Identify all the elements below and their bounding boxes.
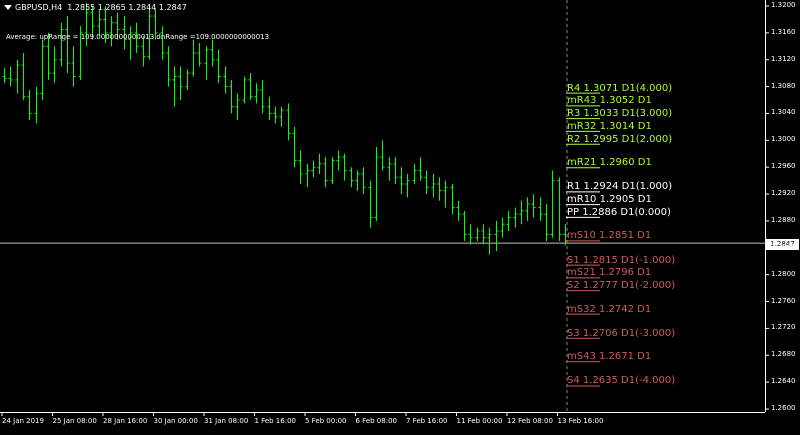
price-tick-label: 1.3160	[771, 27, 796, 36]
level-label: S3 1.2706 D1(-3.000)	[567, 327, 676, 339]
level-label: S2 1.2777 D1(-2.000)	[567, 280, 676, 292]
time-tick-label: 7 Feb 16:00	[406, 417, 448, 425]
level-label: PP 1.2886 D1(0.000)	[567, 206, 671, 218]
time-tick-label: 6 Feb 08:00	[355, 417, 397, 425]
price-tick-label: 1.2600	[771, 404, 796, 412]
time-tick-label: 1 Feb 16:00	[254, 417, 296, 425]
price-tick-label: 1.2880	[771, 215, 796, 224]
level-label: mR10 1.2905 D1	[567, 194, 652, 206]
level-label: R1 1.2924 D1(1.000)	[567, 181, 673, 193]
time-tick-label: 31 Jan 08:00	[204, 417, 249, 425]
level-label: mS43 1.2671 D1	[567, 351, 652, 363]
dropdown-triangle-icon[interactable]	[4, 5, 12, 10]
price-chart[interactable]	[0, 0, 800, 431]
level-label: S4 1.2635 D1(-4.000)	[567, 375, 676, 387]
price-tick-label: 1.2800	[771, 269, 796, 278]
level-label: mR32 1.3014 D1	[567, 120, 652, 132]
level-label: R4 1.3071 D1(4.000)	[567, 82, 673, 94]
level-label: mR43 1.3052 D1	[567, 95, 652, 107]
price-tick-label: 1.2640	[771, 377, 796, 386]
chart-header: GBPUSD,H4 1.2855 1.2865 1.2844 1.2847	[4, 3, 187, 12]
ohlc-readout: 1.2855 1.2865 1.2844 1.2847	[67, 3, 187, 12]
time-tick-label: 28 Jan 16:00	[103, 417, 148, 425]
time-tick-label: 13 Feb 16:00	[557, 417, 604, 425]
price-tick-label: 1.2680	[771, 350, 796, 359]
price-tick-label: 1.3120	[771, 54, 796, 63]
time-tick-label: 24 Jan 2019	[2, 417, 44, 425]
level-label: S1 1.2815 D1(-1.000)	[567, 254, 676, 266]
time-tick-label: 25 Jan 08:00	[52, 417, 97, 425]
price-tick-label: 1.2760	[771, 296, 796, 305]
level-label: mS21 1.2796 D1	[567, 267, 652, 279]
time-tick-label: 30 Jan 00:00	[153, 417, 198, 425]
symbol-timeframe: GBPUSD,H4	[15, 3, 63, 12]
level-label: R2 1.2995 D1(2.000)	[567, 133, 673, 145]
level-label: mS32 1.2742 D1	[567, 303, 652, 315]
price-tick-label: 1.2720	[771, 323, 796, 332]
level-label: mR21 1.2960 D1	[567, 157, 652, 169]
price-tick-label: 1.2960	[771, 162, 796, 171]
price-tick-label: 1.3000	[771, 135, 796, 144]
price-tick-label: 1.3200	[771, 1, 796, 9]
level-label: mS10 1.2851 D1	[567, 230, 652, 242]
chart-window[interactable]: GBPUSD,H4 1.2855 1.2865 1.2844 1.2847 Av…	[0, 0, 800, 431]
indicator-readout: Average: upRange = 109.0000000000013 dnR…	[6, 33, 270, 41]
price-tick-label: 1.2840	[771, 242, 796, 251]
level-label: R3 1.3033 D1(3.000)	[567, 108, 673, 120]
price-tick-label: 1.3040	[771, 108, 796, 117]
price-tick-label: 1.2920	[771, 189, 796, 198]
time-tick-label: 12 Feb 08:00	[507, 417, 553, 425]
time-tick-label: 5 Feb 00:00	[305, 417, 347, 425]
time-tick-label: 11 Feb 00:00	[456, 417, 503, 425]
price-tick-label: 1.3080	[771, 81, 796, 90]
